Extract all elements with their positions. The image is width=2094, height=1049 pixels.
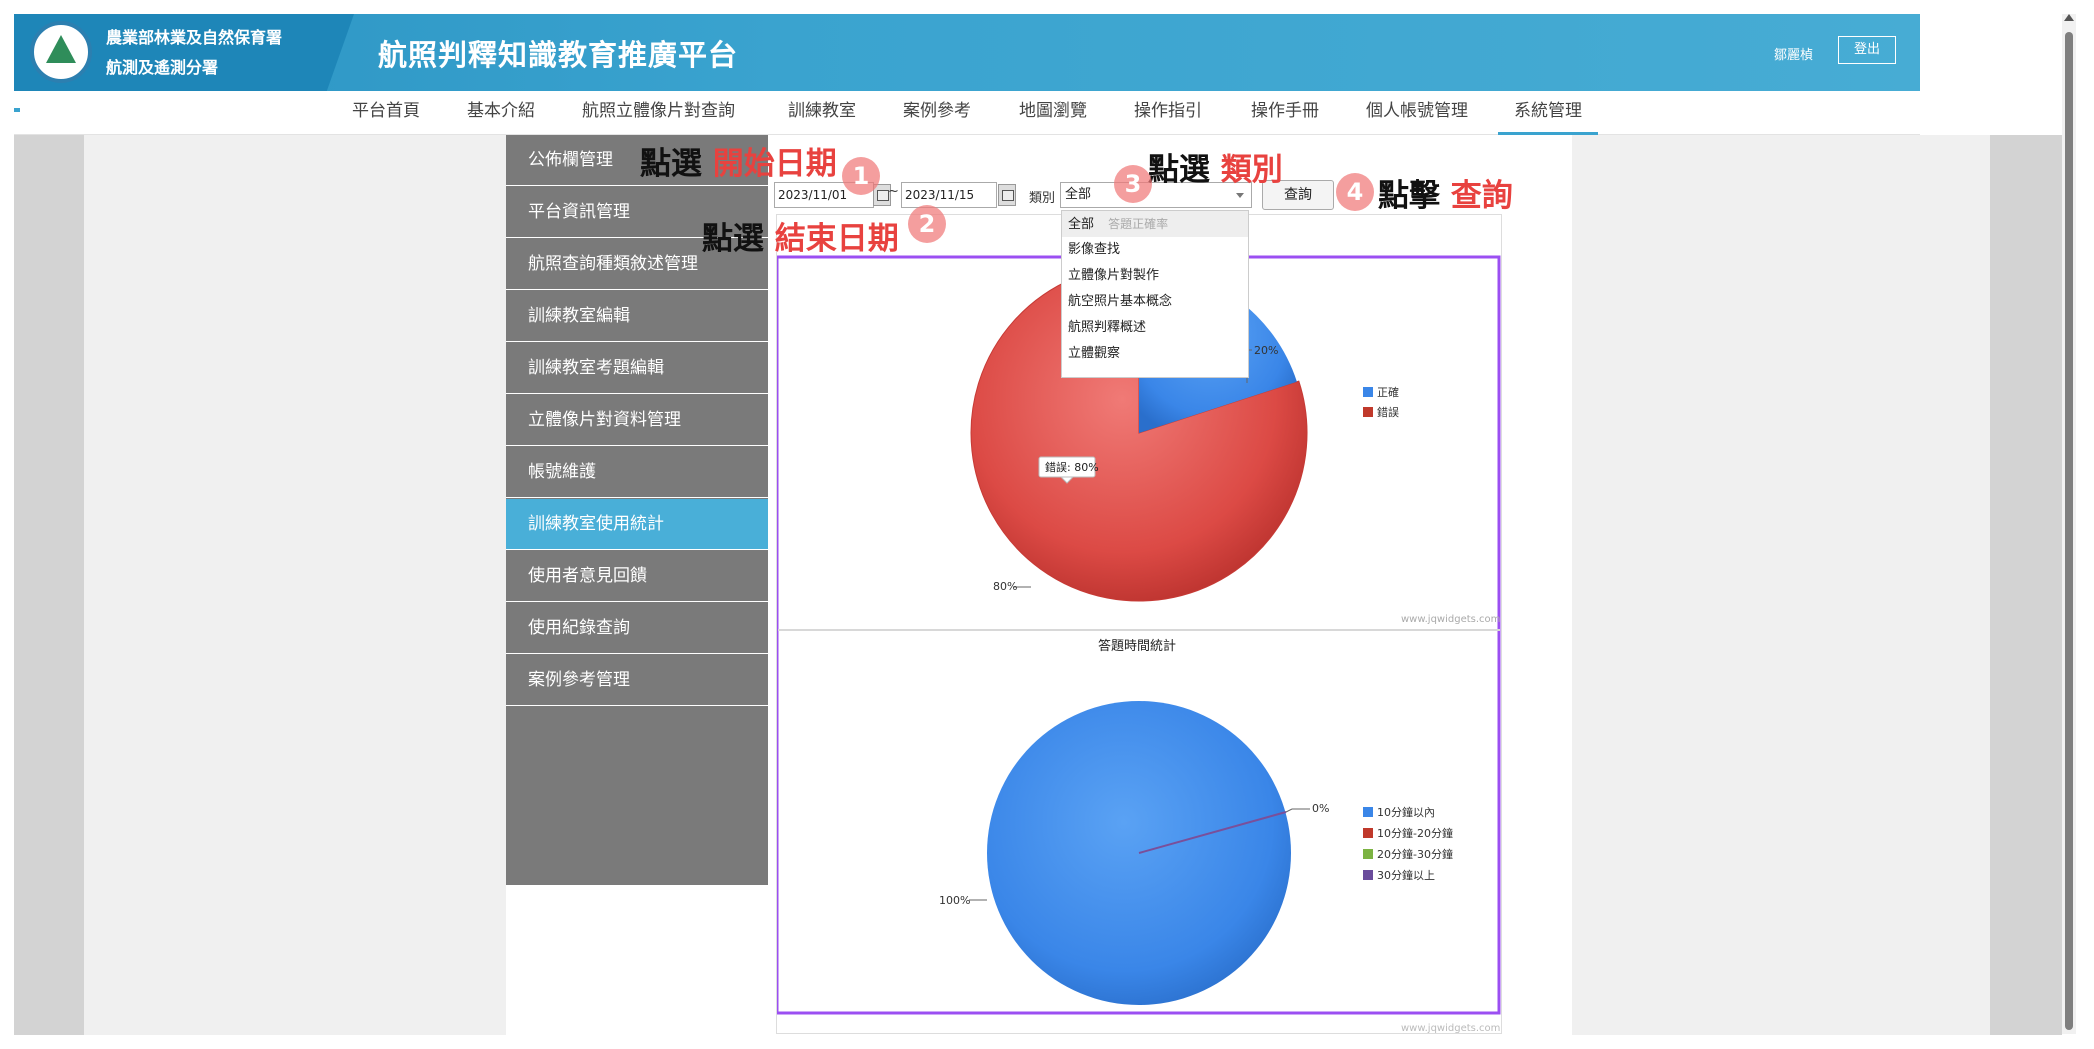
nav-item-account[interactable]: 個人帳號管理 — [1366, 91, 1468, 135]
nav-item-system[interactable]: 系統管理 — [1498, 91, 1598, 135]
legend-label-correct[interactable]: 正確 — [1377, 385, 1399, 399]
nav-item-guide[interactable]: 操作指引 — [1134, 91, 1202, 135]
legend-label-under-10[interactable]: 10分鐘以內 — [1377, 805, 1435, 819]
nav-item-training[interactable]: 訓練教室 — [788, 91, 856, 135]
dropdown-option-interpretation[interactable]: 航照判釋概述 — [1062, 315, 1248, 341]
annotation-highlight: 開始日期 — [712, 146, 837, 182]
sidebar-item-exam-edit[interactable]: 訓練教室考題編輯 — [506, 343, 768, 394]
sidebar-item-case-ref[interactable]: 案例參考管理 — [506, 655, 768, 706]
site-header: 農業部林業及自然保育署 航測及遙測分署 航照判釋知識教育推廣平台 鄒麗楨 登出 — [14, 14, 1920, 91]
vertical-scrollbar[interactable] — [2062, 14, 2076, 1034]
label-zero-percent: 0% — [1312, 802, 1329, 815]
nav-marker — [14, 108, 20, 112]
content-gutter-left — [84, 135, 506, 1035]
category-label: 類別 — [1029, 191, 1056, 206]
dropdown-hint: 答題正確率 — [1108, 217, 1169, 231]
page: 農業部林業及自然保育署 航測及遙測分署 航照判釋知識教育推廣平台 鄒麗楨 登出 … — [0, 0, 2094, 1049]
nav-item-stereo-query[interactable]: 航照立體像片對查詢 — [582, 91, 735, 135]
label-leader-0 — [1285, 808, 1310, 813]
sidebar-item-accounts[interactable]: 帳號維護 — [506, 447, 768, 498]
logout-button[interactable]: 登出 — [1838, 36, 1896, 64]
page-margin-right — [1990, 135, 2062, 1035]
pie-tooltip-text: 錯誤: 80% — [1045, 460, 1099, 474]
agency-logo[interactable] — [30, 21, 92, 83]
dropdown-option-stereo-observe[interactable]: 立體觀察 — [1062, 341, 1248, 367]
sidebar-item-usage-log[interactable]: 使用紀錄查詢 — [506, 603, 768, 654]
page-margin-left — [14, 135, 84, 1035]
dropdown-option-stereo-making[interactable]: 立體像片對製作 — [1062, 263, 1248, 289]
main-nav: 平台首頁 基本介紹 航照立體像片對查詢 訓練教室 案例參考 地圖瀏覽 操作指引 … — [14, 91, 1920, 135]
step-badge-3: 3 — [1114, 165, 1152, 203]
legend-label-wrong[interactable]: 錯誤 — [1377, 405, 1399, 419]
nav-item-cases[interactable]: 案例參考 — [903, 91, 971, 135]
label-hundred-percent: 100% — [939, 894, 970, 907]
sidebar-item-stereo-data[interactable]: 立體像片對資料管理 — [506, 395, 768, 446]
label-correct: 20% — [1254, 344, 1278, 357]
answer-time-pie-chart: 答題時間統計 0% 100% 10分鐘以內 10分鐘-20分鐘 20分鐘-30分… — [939, 638, 1500, 1034]
chart-credit[interactable]: www.jqwidgets.com — [1401, 614, 1500, 625]
nav-item-map[interactable]: 地圖瀏覽 — [1019, 91, 1087, 135]
dropdown-option-photo-concepts[interactable]: 航空照片基本概念 — [1062, 289, 1248, 315]
org-block: 農業部林業及自然保育署 航測及遙測分署 — [14, 14, 354, 91]
annotation-step3: 點選 類別 — [1148, 144, 1283, 189]
date-separator: ~ — [888, 184, 899, 199]
step-badge-2: 2 — [908, 205, 946, 243]
legend-swatch-20-30 — [1363, 849, 1373, 859]
annotation-highlight: 查詢 — [1450, 178, 1513, 214]
annotation-step1: 點選 開始日期 — [640, 138, 837, 183]
annotation-prefix: 點選 — [640, 146, 702, 182]
annotation-prefix: 點選 — [1148, 152, 1210, 188]
dropdown-option-label: 全部 — [1068, 217, 1095, 232]
nav-item-home[interactable]: 平台首頁 — [352, 91, 420, 135]
platform-title[interactable]: 航照判釋知識教育推廣平台 — [378, 32, 738, 74]
legend-swatch-10-20 — [1363, 828, 1373, 838]
legend-label-over-30[interactable]: 30分鐘以上 — [1377, 868, 1435, 882]
nav-item-manual[interactable]: 操作手冊 — [1251, 91, 1319, 135]
end-date-input[interactable]: 2023/11/15 — [901, 182, 997, 208]
scrollbar-thumb[interactable] — [2065, 32, 2073, 1030]
annotation-highlight: 結束日期 — [774, 221, 899, 257]
org-name-line1: 農業部林業及自然保育署 — [106, 28, 283, 47]
sidebar-item-training-stats[interactable]: 訓練教室使用統計 — [506, 499, 768, 550]
category-dropdown: 全部 答題正確率 影像查找 立體像片對製作 航空照片基本概念 航照判釋概述 立體… — [1061, 210, 1249, 378]
chart-credit[interactable]: www.jqwidgets.com — [1401, 1023, 1500, 1034]
scroll-up-arrow-icon[interactable] — [2064, 14, 2074, 21]
annotation-step2: 點選 結束日期 — [702, 213, 899, 258]
label-wrong: 80% — [993, 580, 1017, 593]
annotation-highlight: 類別 — [1220, 152, 1283, 188]
legend-swatch-under-10 — [1363, 807, 1373, 817]
legend-swatch-wrong — [1363, 407, 1373, 417]
annotation-prefix: 點擊 — [1378, 178, 1440, 214]
sidebar-item-training-edit[interactable]: 訓練教室編輯 — [506, 291, 768, 342]
nav-item-intro[interactable]: 基本介紹 — [467, 91, 535, 135]
dropdown-option-all[interactable]: 全部 答題正確率 — [1062, 211, 1248, 237]
org-name-line2: 航測及遙測分署 — [106, 58, 219, 77]
legend-label-20-30[interactable]: 20分鐘-30分鐘 — [1377, 847, 1453, 861]
annotation-prefix: 點選 — [702, 221, 764, 257]
chevron-down-icon[interactable] — [1236, 193, 1244, 198]
legend-label-10-20[interactable]: 10分鐘-20分鐘 — [1377, 826, 1453, 840]
content-gutter-right — [1572, 135, 1990, 1035]
user-name: 鄒麗楨 — [1774, 48, 1814, 63]
dropdown-option-image-search[interactable]: 影像查找 — [1062, 237, 1248, 263]
legend-swatch-over-30 — [1363, 870, 1373, 880]
end-calendar-icon[interactable] — [998, 184, 1016, 206]
sidebar-item-feedback[interactable]: 使用者意見回饋 — [506, 551, 768, 602]
annotation-step4: 點擊 查詢 — [1378, 170, 1513, 215]
chart-title: 答題時間統計 — [1098, 638, 1176, 654]
legend-swatch-correct — [1363, 387, 1373, 397]
step-badge-1: 1 — [842, 157, 880, 195]
step-badge-4: 4 — [1336, 173, 1374, 211]
